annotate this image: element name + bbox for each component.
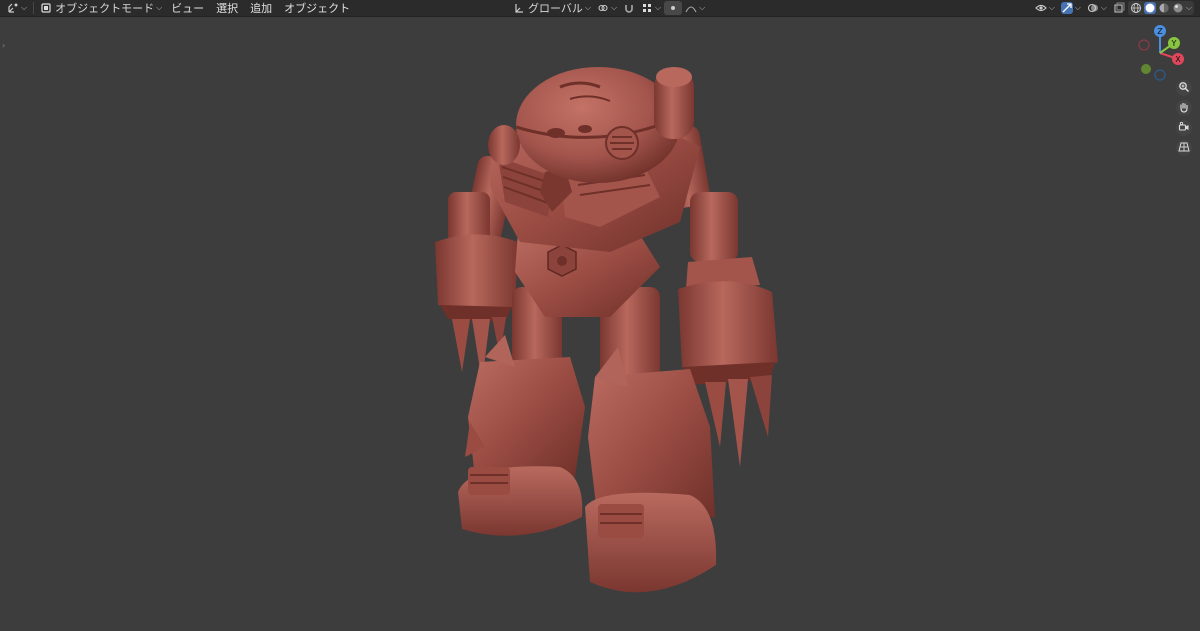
snap-toggle[interactable] xyxy=(620,1,638,15)
menu-object[interactable]: オブジェクト xyxy=(278,1,356,15)
grid-perspective-icon xyxy=(1178,141,1190,156)
3d-viewport[interactable]: › Z Y X xyxy=(0,17,1200,631)
overlay-toggle[interactable]: ⌵ xyxy=(1084,1,1110,15)
chevron-down-icon: ⌵ xyxy=(584,3,591,12)
chevron-down-icon: ⌵ xyxy=(699,3,706,12)
pivot-point-icon xyxy=(597,2,609,14)
camera-view-button[interactable] xyxy=(1176,120,1192,136)
robot-model[interactable] xyxy=(0,17,1200,631)
object-mode-icon xyxy=(40,2,52,14)
editor-type-icon xyxy=(7,2,19,14)
left-shoulder xyxy=(488,125,520,165)
camera-icon xyxy=(1178,121,1190,136)
chevron-down-icon: ⌵ xyxy=(21,3,28,12)
chevron-down-icon: ⌵ xyxy=(610,3,618,12)
x-axis-label: X xyxy=(1175,55,1181,64)
chevron-down-icon: ⌵ xyxy=(1100,3,1107,12)
xray-icon xyxy=(1113,2,1125,14)
editor-type-selector[interactable]: ⌵ xyxy=(4,1,30,15)
pivot-point-selector[interactable]: ⌵ xyxy=(594,1,620,15)
snap-target-selector[interactable]: ⌵ xyxy=(638,1,664,15)
chevron-down-icon: ⌵ xyxy=(1048,3,1055,12)
shoulder-thruster xyxy=(654,67,694,139)
menu-view[interactable]: ビュー xyxy=(165,1,210,15)
gizmo-toggle[interactable]: ⌵ xyxy=(1058,1,1084,15)
chevron-down-icon: ⌵ xyxy=(156,3,163,12)
proportional-falloff-selector[interactable]: ⌵ xyxy=(682,1,708,15)
header-right: ⌵ ⌵ ⌵ ⌵ xyxy=(1032,0,1194,16)
hand-icon xyxy=(1178,101,1190,116)
chevron-down-icon: ⌵ xyxy=(1074,3,1081,12)
gizmo-toggle-icon xyxy=(1060,2,1073,14)
wireframe-icon[interactable] xyxy=(1130,2,1142,14)
y-axis-label: Y xyxy=(1171,39,1177,48)
navigation-gizmo[interactable]: Z Y X xyxy=(1130,23,1190,83)
material-preview-icon[interactable] xyxy=(1158,2,1170,14)
solid-icon[interactable] xyxy=(1143,2,1156,14)
zoom-icon xyxy=(1178,81,1190,96)
transform-orientation-label: グローバル xyxy=(528,2,583,15)
transform-orientation-selector[interactable]: グローバル ⌵ xyxy=(510,1,594,15)
perspective-toggle-button[interactable] xyxy=(1176,140,1192,156)
viewport-header: ⌵ オブジェクトモード ⌵ ビュー 選択 追加 オブジェクト グローバル ⌵ ⌵ xyxy=(0,0,1200,17)
overlay-icon xyxy=(1087,2,1099,14)
proportional-editing-icon xyxy=(667,2,679,14)
shading-mode-group: ⌵ xyxy=(1127,1,1194,15)
z-axis-label: Z xyxy=(1157,27,1163,36)
zoom-button[interactable] xyxy=(1176,80,1192,96)
object-visibility-icon xyxy=(1034,2,1047,14)
object-visibility-selector[interactable]: ⌵ xyxy=(1032,1,1058,15)
pan-button[interactable] xyxy=(1176,100,1192,116)
transform-orientation-icon xyxy=(513,2,525,14)
mode-label: オブジェクトモード xyxy=(55,2,155,15)
chevron-down-icon: ⌵ xyxy=(655,3,662,12)
proportional-editing-toggle[interactable] xyxy=(664,1,683,15)
chevron-down-icon[interactable]: ⌵ xyxy=(1186,3,1192,13)
separator xyxy=(33,2,35,14)
snap-magnet-icon xyxy=(623,2,635,14)
xray-toggle[interactable] xyxy=(1110,1,1128,15)
menu-add[interactable]: 追加 xyxy=(244,1,278,15)
falloff-icon xyxy=(685,2,697,14)
menu-select[interactable]: 選択 xyxy=(210,1,244,15)
snap-increment-icon xyxy=(641,2,653,14)
header-center: グローバル ⌵ ⌵ ⌵ ⌵ xyxy=(510,0,708,16)
rendered-icon[interactable] xyxy=(1172,2,1184,14)
header-left: ⌵ オブジェクトモード ⌵ ビュー 選択 追加 オブジェクト xyxy=(4,0,356,16)
mode-selector[interactable]: オブジェクトモード ⌵ xyxy=(37,1,165,15)
